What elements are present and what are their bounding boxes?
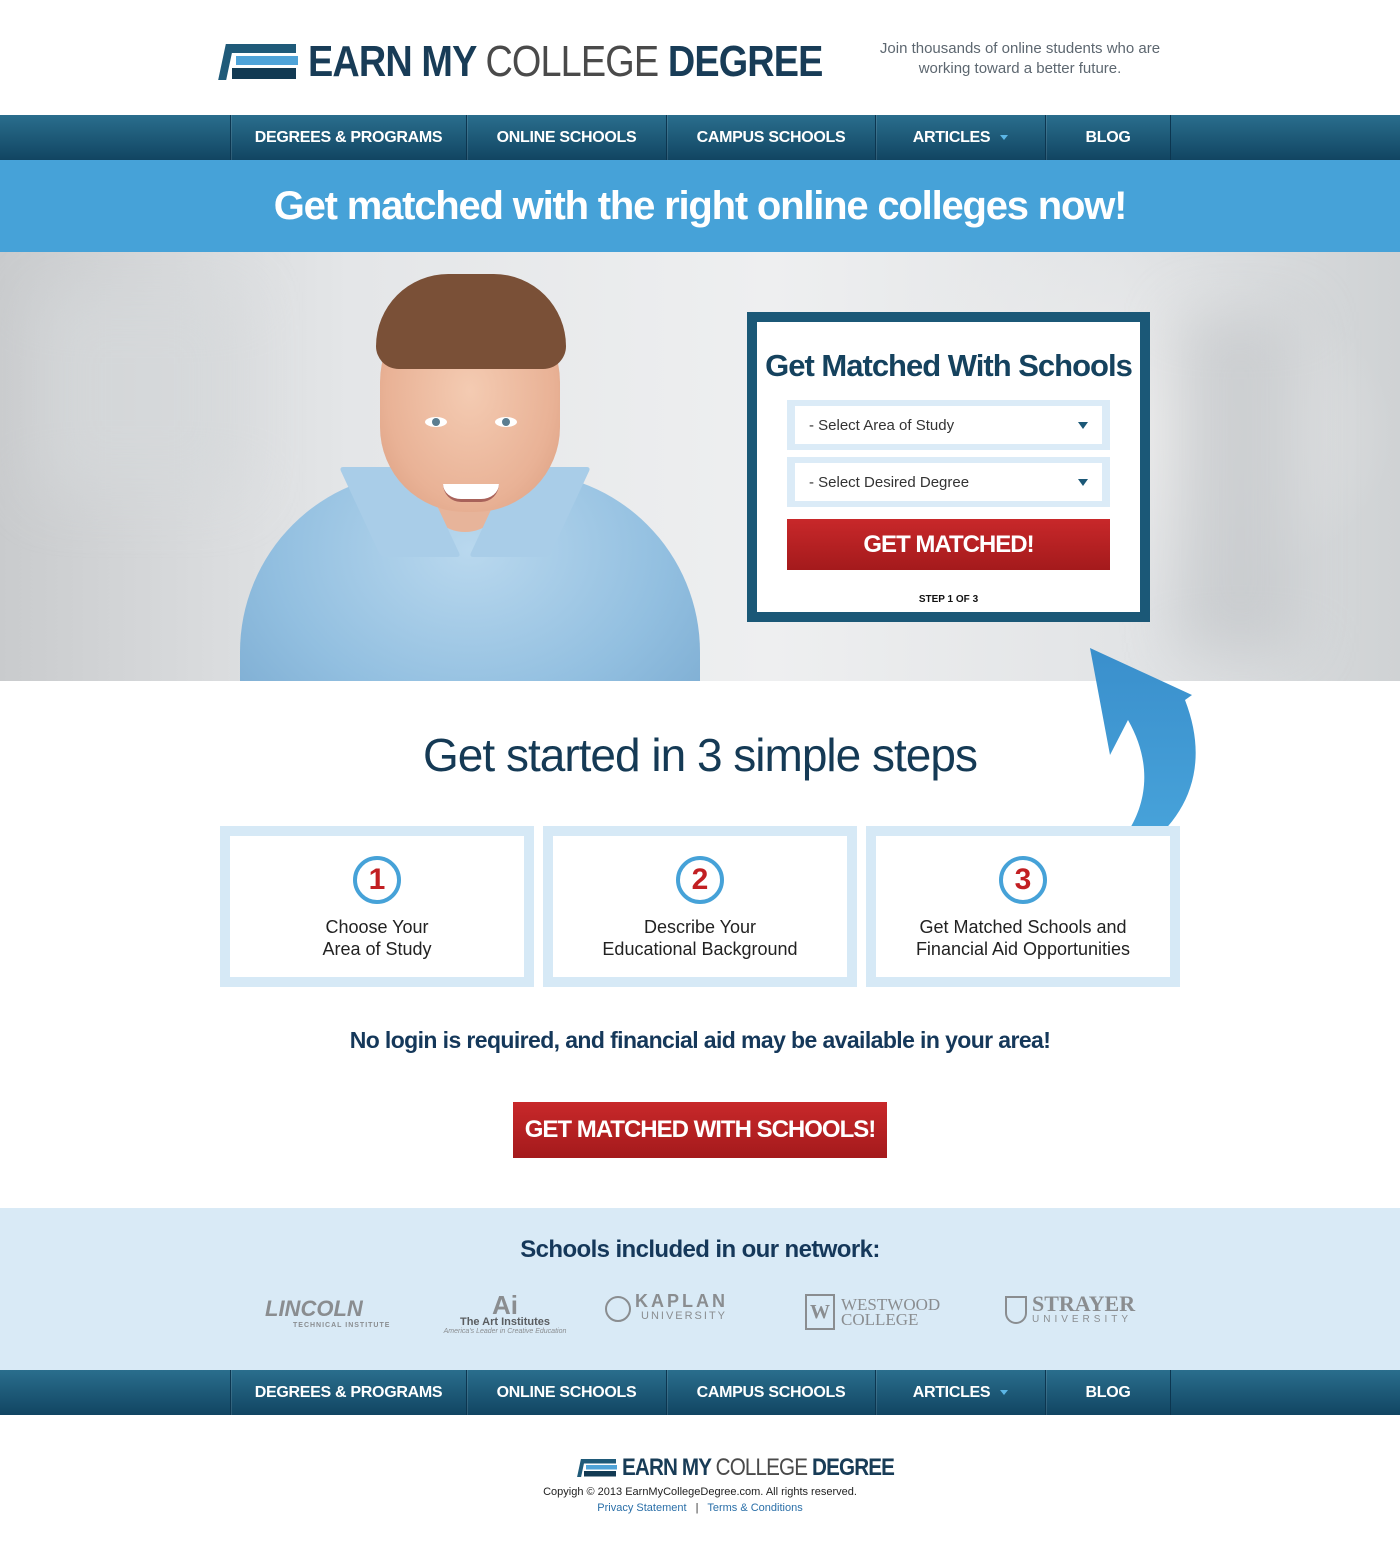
get-matched-button[interactable]: GET MATCHED! <box>787 519 1110 570</box>
nav-item-blog[interactable]: BLOG <box>1046 115 1171 160</box>
step-description: Choose Your Area of Study <box>322 917 432 959</box>
privacy-statement-link[interactable]: Privacy Statement <box>597 1502 686 1514</box>
site-logo[interactable]: EARN MY COLLEGE DEGREE <box>218 37 906 87</box>
step-card-3: 3 Get Matched Schools and Financial Aid … <box>866 826 1180 987</box>
site-header: EARN MY COLLEGE DEGREE Join thousands of… <box>0 0 1400 115</box>
get-matched-with-schools-button[interactable]: GET MATCHED WITH SCHOOLS! <box>513 1102 887 1158</box>
step-number-badge: 1 <box>353 856 401 904</box>
network-title: Schools included in our network: <box>520 1236 880 1263</box>
nav-item-online-schools[interactable]: ONLINE SCHOOLS <box>467 1370 667 1415</box>
kaplan-logo: KAPLAN UNIVERSITY <box>605 1292 740 1322</box>
step-number-badge: 3 <box>999 856 1047 904</box>
nav-item-articles[interactable]: ARTICLES <box>876 1370 1046 1415</box>
westwood-logo: W WESTWOOD COLLEGE <box>805 1294 940 1330</box>
hero-photo-smiling-man <box>200 252 720 681</box>
strayer-shield-icon <box>1005 1295 1027 1324</box>
logo-mark-icon <box>577 1458 617 1478</box>
link-separator: | <box>695 1502 699 1514</box>
logo-text: EARN MY COLLEGE DEGREE <box>622 1454 895 1481</box>
hero-section <box>0 252 1400 681</box>
logo-text: EARN MY COLLEGE DEGREE <box>308 37 823 86</box>
form-title: Get Matched With Schools <box>765 348 1133 383</box>
chevron-down-icon <box>1000 1390 1009 1395</box>
art-institutes-logo: Ai The Art Institutes America's Leader i… <box>443 1290 567 1335</box>
desired-degree-wrap: - Select Desired Degree <box>787 457 1110 507</box>
school-network-section: Schools included in our network: LINCOLN… <box>0 1208 1400 1370</box>
dropdown-arrow-icon <box>1078 478 1088 486</box>
dropdown-arrow-icon <box>1078 421 1088 429</box>
nav-item-degrees-programs[interactable]: DEGREES & PROGRAMS <box>231 1370 467 1415</box>
terms-conditions-link[interactable]: Terms & Conditions <box>707 1502 802 1514</box>
copyright-text: Copyigh © 2013 EarnMyCollegeDegree.com. … <box>543 1486 857 1498</box>
area-of-study-select[interactable]: - Select Area of Study <box>795 406 1102 444</box>
nav-item-online-schools[interactable]: ONLINE SCHOOLS <box>467 115 667 160</box>
step-description: Describe Your Educational Background <box>602 917 798 959</box>
nav-item-blog[interactable]: BLOG <box>1046 1370 1171 1415</box>
chevron-down-icon <box>1000 135 1009 140</box>
step-number-badge: 2 <box>676 856 724 904</box>
nav-item-campus-schools[interactable]: CAMPUS SCHOOLS <box>667 115 876 160</box>
lincoln-logo: LINCOLN TECHNICAL INSTITUTE <box>265 1296 391 1329</box>
nav-item-campus-schools[interactable]: CAMPUS SCHOOLS <box>667 1370 876 1415</box>
banner-headline: Get matched with the right online colleg… <box>273 183 1128 228</box>
footer-nav: DEGREES & PROGRAMS ONLINE SCHOOLS CAMPUS… <box>0 1370 1400 1415</box>
match-form: Get Matched With Schools - Select Area o… <box>747 312 1150 622</box>
footer-logo[interactable]: EARN MY COLLEGE DEGREE <box>577 1448 938 1488</box>
nav-item-articles[interactable]: ARTICLES <box>876 115 1046 160</box>
no-login-note: No login is required, and financial aid … <box>349 1027 1051 1053</box>
kaplan-emblem-icon <box>605 1296 631 1322</box>
logo-mark-icon <box>218 42 298 82</box>
strayer-logo: STRAYER UNIVERSITY <box>1005 1293 1135 1325</box>
area-of-study-wrap: - Select Area of Study <box>787 400 1110 450</box>
footer-links: Privacy Statement | Terms & Conditions <box>0 1502 1400 1514</box>
nav-item-degrees-programs[interactable]: DEGREES & PROGRAMS <box>231 115 467 160</box>
form-step-indicator: STEP 1 OF 3 <box>918 594 979 605</box>
steps-title: Get started in 3 simple steps <box>423 729 978 781</box>
step-card-1: 1 Choose Your Area of Study <box>220 826 534 987</box>
step-card-2: 2 Describe Your Educational Background <box>543 826 857 987</box>
header-tagline: Join thousands of online students who ar… <box>879 40 1161 77</box>
step-description: Get Matched Schools and Financial Aid Op… <box>915 917 1131 959</box>
desired-degree-select[interactable]: - Select Desired Degree <box>795 463 1102 501</box>
main-nav: DEGREES & PROGRAMS ONLINE SCHOOLS CAMPUS… <box>0 115 1400 160</box>
headline-banner: Get matched with the right online colleg… <box>0 160 1400 252</box>
